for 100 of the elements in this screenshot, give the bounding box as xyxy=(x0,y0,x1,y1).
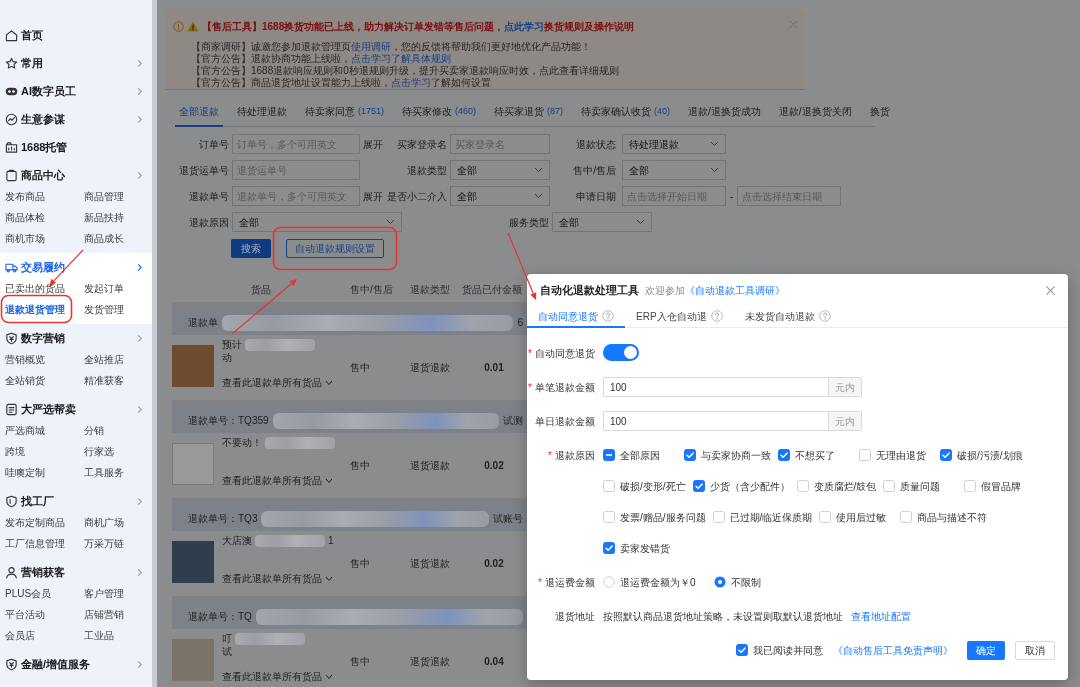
survey-link[interactable]: 《自动退款工具调研》 xyxy=(685,282,785,298)
help-icon[interactable] xyxy=(710,310,723,322)
sidebar-link[interactable]: 店铺营销 xyxy=(84,604,124,625)
expand-link[interactable]: 展开 xyxy=(363,136,383,152)
sidebar-link[interactable]: 发布商品 xyxy=(5,186,45,207)
reason-checkbox[interactable]: 卖家发错货 xyxy=(603,538,677,558)
address-config-link[interactable]: 查看地址配置 xyxy=(851,608,911,624)
amount-input[interactable]: 100 xyxy=(603,411,829,431)
sidebar-link[interactable]: 商品体检 xyxy=(5,207,45,228)
reason-checkbox[interactable]: 使用后过敏 xyxy=(819,507,894,527)
sidebar-link[interactable]: 工业品 xyxy=(84,625,114,646)
reason-checkbox[interactable]: 少货（含少配件） xyxy=(692,476,790,496)
reason-checkbox[interactable]: 与卖家协商一致 xyxy=(684,445,771,465)
dialog-tab[interactable]: ERP入仓自动退 xyxy=(625,306,734,328)
sidebar-link[interactable]: 万采万链 xyxy=(84,533,124,554)
search-button[interactable]: 搜索 xyxy=(231,238,271,258)
sidebar-link[interactable]: 营销概览 xyxy=(5,349,45,370)
disclaimer-link[interactable]: 《自动售后工具免责声明》 xyxy=(833,642,953,658)
reason-checkbox[interactable]: 破损/变形/死亡 xyxy=(603,476,686,496)
reason-checkbox[interactable]: 无理由退货 xyxy=(859,445,933,465)
sidebar-section[interactable]: 1688托管 xyxy=(0,133,152,161)
sidebar-link[interactable]: 商机市场 xyxy=(5,228,45,249)
reason-checkbox[interactable]: 变质腐烂/鼓包 xyxy=(796,476,877,496)
sidebar-section[interactable]: 常用 xyxy=(0,49,152,77)
sidebar-link[interactable]: 发布定制商品 xyxy=(5,512,65,533)
column-header: 货品 xyxy=(251,282,271,297)
close-icon[interactable] xyxy=(789,20,798,29)
freight-radio[interactable]: 不限制 xyxy=(714,572,818,592)
select-field[interactable]: 全部 xyxy=(450,186,550,206)
filter-tab[interactable]: 退款/退换货关闭 xyxy=(774,98,856,127)
close-icon[interactable] xyxy=(1045,284,1056,296)
chevron-down-icon xyxy=(325,673,333,680)
help-icon[interactable] xyxy=(818,310,831,322)
sidebar-link[interactable]: 精准获客 xyxy=(84,370,124,391)
sidebar-section[interactable]: 大严选帮卖 xyxy=(0,395,152,423)
view-items-link[interactable]: 查看此退款单所有货品 xyxy=(222,571,333,586)
reason-checkbox[interactable]: 已过期/临近保质期 xyxy=(712,507,813,527)
sidebar-section[interactable]: 数字营销 xyxy=(0,324,152,352)
agreement-checkbox[interactable]: 我已阅读并同意 xyxy=(736,642,823,658)
reason-checkbox[interactable]: 全部原因 xyxy=(603,445,677,465)
sidebar-link[interactable]: 商品管理 xyxy=(84,186,124,207)
expand-link[interactable]: 展开 xyxy=(363,188,383,204)
sidebar-link[interactable]: 哇噢定制 xyxy=(5,462,45,483)
dialog-tab[interactable]: 自动同意退货 xyxy=(527,306,625,328)
select-field[interactable]: 全部 xyxy=(232,212,402,232)
filter-tab[interactable]: 待卖家同意 (1751) xyxy=(301,98,388,127)
filter-tab[interactable]: 待买家退货 (87) xyxy=(490,98,568,127)
view-items-link[interactable]: 查看此退款单所有货品 xyxy=(222,669,333,684)
select-field[interactable]: 待处理退款 xyxy=(622,134,726,154)
sidebar-link[interactable]: 全站推店 xyxy=(84,349,124,370)
sidebar-link[interactable]: 发货管理 xyxy=(84,299,124,320)
sidebar-link[interactable]: 已卖出的货品 xyxy=(5,278,65,299)
sidebar-link[interactable]: 严选商城 xyxy=(5,420,45,441)
sidebar-section[interactable]: 交易履约 xyxy=(0,253,152,281)
reason-checkbox[interactable]: 破损/污渍/划痕 xyxy=(940,445,1023,465)
sidebar-section[interactable]: 营销获客 xyxy=(0,558,152,586)
filter-tab[interactable]: 换货 xyxy=(865,98,894,127)
sidebar-link[interactable]: 全站销货 xyxy=(5,370,45,391)
view-items-link[interactable]: 查看此退款单所有货品 xyxy=(222,375,333,390)
sidebar-link[interactable]: 行家选 xyxy=(84,441,114,462)
sidebar-link[interactable]: 新品扶持 xyxy=(84,207,124,228)
sidebar-link[interactable]: 商品成长 xyxy=(84,228,124,249)
sidebar-section[interactable]: AI数字员工 xyxy=(0,77,152,105)
sidebar-section[interactable]: 找工厂 xyxy=(0,487,152,515)
sidebar-section[interactable]: 金融/增值服务 xyxy=(0,650,152,678)
sidebar-link[interactable]: 客户管理 xyxy=(84,583,124,604)
filter-tab[interactable]: 待处理退款 xyxy=(233,98,291,127)
freight-radio[interactable]: 退运费金额为￥0 xyxy=(603,572,707,592)
filter-tab[interactable]: 退款/退换货成功 xyxy=(684,98,765,127)
select-field[interactable]: 全部 xyxy=(622,160,726,180)
reason-checkbox[interactable]: 发票/赠品/服务问题 xyxy=(603,507,706,527)
sidebar-section[interactable]: 生意参谋 xyxy=(0,105,152,133)
sidebar-link[interactable]: 平台活动 xyxy=(5,604,45,625)
sidebar-link[interactable]: PLUS会员 xyxy=(5,583,52,604)
sidebar-section[interactable]: 商品中心 xyxy=(0,161,152,189)
sidebar-link[interactable]: 工厂信息管理 xyxy=(5,533,65,554)
help-icon[interactable] xyxy=(602,310,614,322)
reason-checkbox[interactable]: 不想买了 xyxy=(778,445,852,465)
sidebar-link[interactable]: 分销 xyxy=(84,420,104,441)
cancel-button[interactable]: 取消 xyxy=(1015,640,1055,660)
select-field[interactable]: 全部 xyxy=(450,160,550,180)
amount-input[interactable]: 100 xyxy=(603,377,829,397)
sidebar-link[interactable]: 工具服务 xyxy=(84,462,124,483)
filter-tab[interactable]: 待买家修改 (460) xyxy=(398,98,481,127)
dialog-tab[interactable]: 未发货自动退款 xyxy=(733,306,842,328)
order-number: 退款单号：TQ3 xyxy=(188,512,258,526)
reason-checkbox[interactable]: 商品与描述不符 xyxy=(900,507,988,527)
sidebar-link[interactable]: 商机广场 xyxy=(84,512,124,533)
reason-checkbox[interactable]: 质量问题 xyxy=(883,476,958,496)
toggle-switch[interactable] xyxy=(603,344,639,361)
filter-tab[interactable]: 待卖家确认收货 (40) xyxy=(577,98,675,127)
select-field[interactable]: 全部 xyxy=(552,212,652,232)
sidebar-link[interactable]: 会员店 xyxy=(5,625,35,646)
view-items-link[interactable]: 查看此退款单所有货品 xyxy=(222,473,333,488)
sidebar-link[interactable]: 发起订单 xyxy=(84,278,124,299)
confirm-button[interactable]: 确定 xyxy=(967,640,1005,660)
sidebar-section[interactable]: 首页 xyxy=(0,21,152,49)
sidebar-link[interactable]: 退款退货管理 xyxy=(5,299,65,320)
sidebar-link[interactable]: 跨境 xyxy=(5,441,25,462)
reason-checkbox[interactable]: 假冒品牌 xyxy=(964,476,1039,496)
